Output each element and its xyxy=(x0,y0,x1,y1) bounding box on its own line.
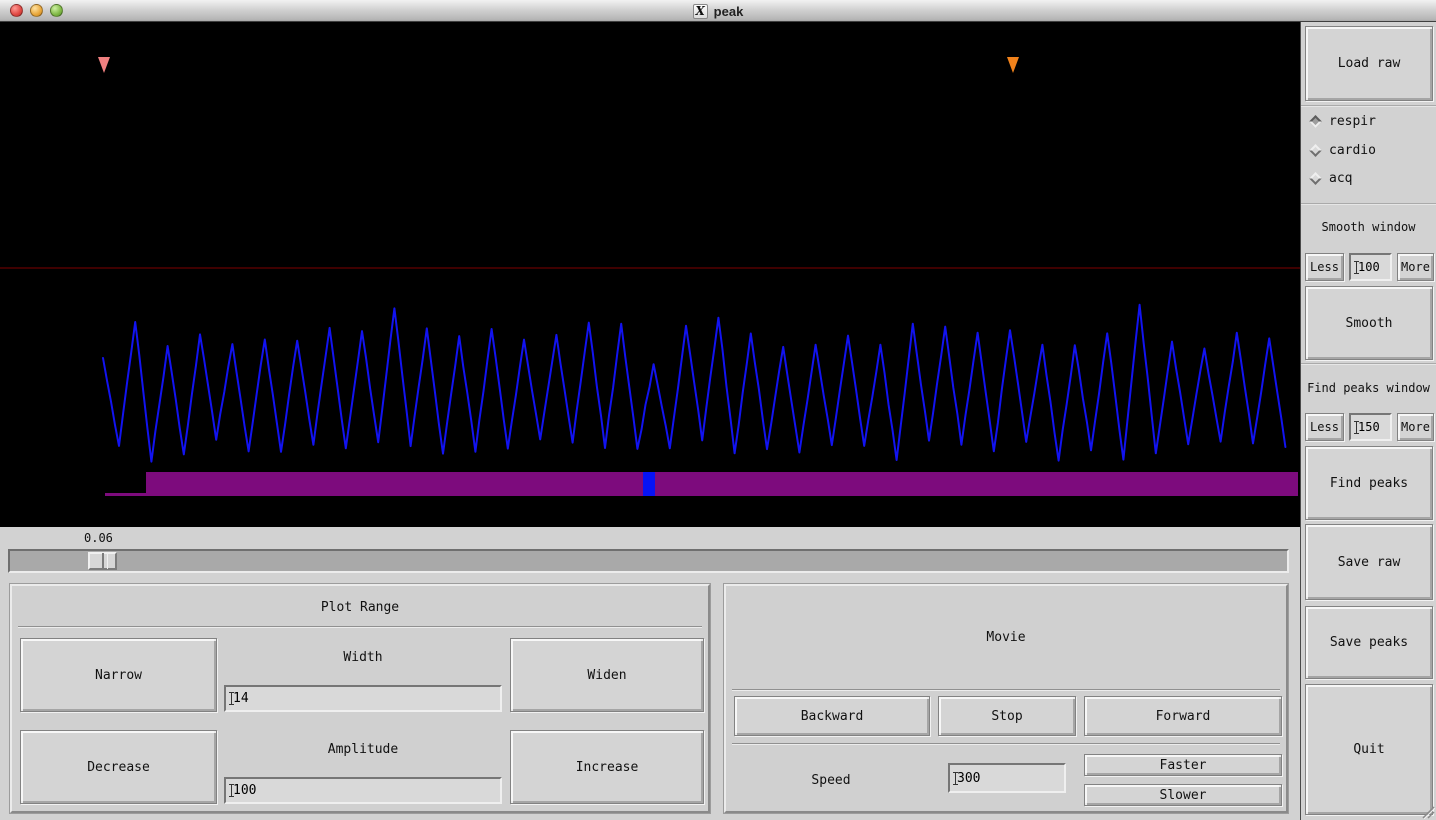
amplitude-entry[interactable]: 100 xyxy=(224,777,502,804)
radio-acq[interactable]: acq xyxy=(1309,168,1353,188)
smooth-window-label: Smooth window xyxy=(1321,220,1416,234)
signal-plot-area[interactable] xyxy=(0,22,1300,527)
selected-region-bar xyxy=(146,472,1298,496)
position-scale[interactable] xyxy=(8,549,1289,573)
text-cursor xyxy=(229,784,234,797)
forward-button[interactable]: Forward xyxy=(1084,696,1282,736)
sidebar: Load raw respir cardio acq Smooth window… xyxy=(1300,22,1436,820)
peaks-more-button[interactable]: More xyxy=(1397,413,1434,441)
region-baseline xyxy=(105,493,146,496)
peaks-less-button[interactable]: Less xyxy=(1305,413,1344,441)
speed-entry[interactable]: 300 xyxy=(948,763,1066,793)
radio-cardio[interactable]: cardio xyxy=(1309,140,1376,160)
width-entry[interactable]: 14 xyxy=(224,685,502,712)
title-bar[interactable]: X peak xyxy=(0,0,1436,22)
text-cursor xyxy=(953,771,958,785)
bottom-controls: 0.06 Plot Range Narrow Width 14 Widen De… xyxy=(0,527,1300,820)
radio-indicator-icon xyxy=(1309,171,1322,185)
movie-panel: Movie Backward Stop Forward Speed 300 Fa… xyxy=(724,584,1288,813)
find-peaks-button[interactable]: Find peaks xyxy=(1305,446,1433,520)
radio-indicator-icon xyxy=(1309,114,1322,128)
narrow-button[interactable]: Narrow xyxy=(20,638,217,712)
peak-marker-right-icon xyxy=(1007,57,1019,73)
window-title-group: X peak xyxy=(0,0,1436,22)
widen-button[interactable]: Widen xyxy=(510,638,704,712)
radio-acq-label: acq xyxy=(1329,170,1353,186)
text-cursor xyxy=(1354,420,1359,434)
speed-label: Speed xyxy=(811,773,851,788)
radio-respir[interactable]: respir xyxy=(1309,111,1376,131)
separator xyxy=(18,626,702,628)
faster-button[interactable]: Faster xyxy=(1084,754,1282,776)
stop-button[interactable]: Stop xyxy=(938,696,1076,736)
smooth-more-button[interactable]: More xyxy=(1397,253,1434,281)
save-raw-button[interactable]: Save raw xyxy=(1305,524,1433,600)
backward-button[interactable]: Backward xyxy=(734,696,930,736)
waveform-trace xyxy=(102,303,1287,463)
separator xyxy=(732,743,1280,745)
smooth-less-button[interactable]: Less xyxy=(1305,253,1344,281)
position-scale-handle[interactable] xyxy=(88,552,117,570)
radio-respir-label: respir xyxy=(1329,113,1376,129)
plot-range-panel: Plot Range Narrow Width 14 Widen Decreas… xyxy=(10,584,710,813)
separator xyxy=(1301,105,1436,107)
quit-button[interactable]: Quit xyxy=(1305,684,1433,815)
separator xyxy=(1301,363,1436,365)
text-cursor xyxy=(1354,260,1359,274)
width-label: Width xyxy=(343,650,383,665)
save-peaks-button[interactable]: Save peaks xyxy=(1305,606,1433,679)
movie-title: Movie xyxy=(986,630,1026,645)
amplitude-label: Amplitude xyxy=(327,742,399,757)
find-peaks-window-entry[interactable]: 150 xyxy=(1349,413,1392,441)
x11-app-icon: X xyxy=(692,3,708,19)
separator xyxy=(732,689,1280,691)
region-position-cursor[interactable] xyxy=(643,472,655,496)
peak-marker-left-icon xyxy=(98,57,110,73)
resize-grip-icon[interactable] xyxy=(1420,804,1435,819)
slower-button[interactable]: Slower xyxy=(1084,784,1282,806)
radio-cardio-label: cardio xyxy=(1329,142,1376,158)
find-peaks-window-label: Find peaks window xyxy=(1307,381,1430,395)
radio-indicator-icon xyxy=(1309,143,1322,157)
smooth-window-entry[interactable]: 100 xyxy=(1349,253,1392,281)
decrease-button[interactable]: Decrease xyxy=(20,730,217,804)
smooth-button[interactable]: Smooth xyxy=(1305,286,1433,360)
separator xyxy=(1301,203,1436,205)
position-scale-value: 0.06 xyxy=(84,531,113,545)
signal-plot-canvas[interactable] xyxy=(0,22,1300,527)
increase-button[interactable]: Increase xyxy=(510,730,704,804)
plot-range-title: Plot Range xyxy=(320,600,400,615)
window-title: peak xyxy=(713,3,744,19)
load-raw-button[interactable]: Load raw xyxy=(1305,26,1433,101)
text-cursor xyxy=(229,692,234,705)
